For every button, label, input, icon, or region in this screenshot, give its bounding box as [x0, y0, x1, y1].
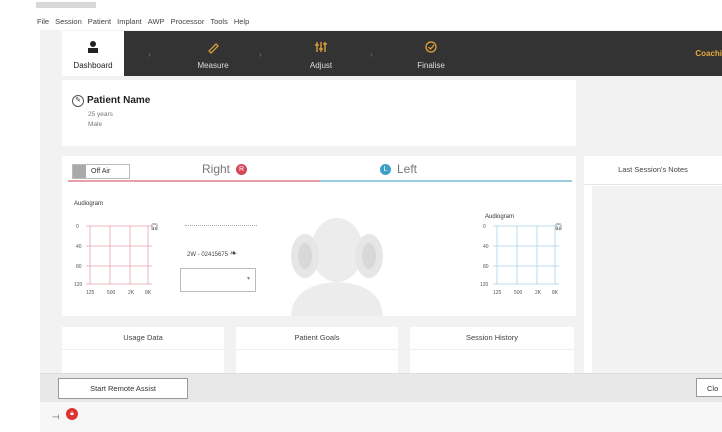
close-button[interactable]: Clo: [696, 378, 722, 397]
left-margin: [0, 30, 40, 432]
left-y-tick: 40: [483, 244, 489, 250]
menu-tools[interactable]: Tools: [210, 14, 228, 30]
tab-dashboard-label: Dashboard: [73, 61, 113, 70]
tab-adjust[interactable]: Adjust: [290, 31, 352, 76]
left-audiogram[interactable]: 0 40 80 120 125 500 2K 8K: [475, 214, 570, 299]
tab-finalise[interactable]: Finalise: [400, 31, 462, 76]
notes-title: Last Session's Notes: [584, 156, 722, 185]
left-y-tick: 80: [483, 264, 489, 270]
right-ear-underline: [68, 180, 320, 182]
patient-panel: ✎ Patient Name 25 years Male: [62, 80, 576, 146]
device-select[interactable]: ▾: [180, 268, 256, 292]
left-x-tick: 500: [514, 290, 523, 296]
off-air-toggle[interactable]: Off Air: [72, 164, 130, 179]
right-audiogram[interactable]: 0 40 80 120 125 500 2K 8K: [70, 214, 160, 299]
usage-data-card[interactable]: Usage Data: [62, 327, 224, 373]
workflow-nav: Dashboard › Measure › Adjust › Finalise …: [62, 31, 722, 76]
start-remote-assist-button[interactable]: Start Remote Assist: [58, 378, 188, 399]
chevron-right-icon: ›: [259, 50, 262, 59]
left-ear-underline: [320, 180, 572, 182]
patient-name: Patient Name: [87, 95, 151, 106]
right-y-tick: 80: [76, 264, 82, 270]
title-bar: [0, 0, 722, 14]
right-x-tick: 500: [107, 290, 116, 296]
device-serial-label: 2W - 02415675: [187, 252, 229, 258]
edit-patient-icon[interactable]: ✎: [72, 95, 84, 107]
right-y-tick: 0: [76, 224, 79, 230]
right-ear-header: Right R: [202, 162, 248, 176]
patient-goals-title: Patient Goals: [236, 327, 398, 350]
left-ear-badge: L: [380, 164, 391, 176]
right-ear-badge: R: [236, 164, 248, 176]
tab-measure[interactable]: Measure: [182, 31, 244, 76]
chevron-right-icon: ›: [148, 50, 151, 59]
app-logo: [36, 2, 96, 8]
left-ear-label: Left: [397, 162, 418, 176]
status-bar: ⟞ 🔒︎: [40, 402, 722, 432]
notes-body[interactable]: [592, 186, 722, 374]
right-x-tick: 8K: [145, 290, 152, 296]
off-air-icon: [73, 165, 86, 178]
off-air-label: Off Air: [91, 168, 111, 175]
right-x-tick: 2K: [128, 290, 135, 296]
right-x-tick: 125: [86, 290, 95, 296]
tab-dashboard[interactable]: Dashboard: [62, 31, 124, 76]
session-history-card[interactable]: Session History: [410, 327, 574, 373]
menu-session[interactable]: Session: [55, 14, 82, 30]
check-circle-icon: [400, 40, 462, 57]
pencil-icon: [182, 40, 244, 57]
tab-finalise-label: Finalise: [417, 61, 445, 70]
chevron-down-icon: ▾: [246, 276, 250, 282]
patient-goals-card[interactable]: Patient Goals: [236, 327, 398, 373]
chevron-right-icon: ›: [370, 50, 373, 59]
connection-icon: ⟞: [52, 411, 60, 421]
ears-panel: Off Air Right R L Left Audiogram 🎧︎ 0 40 8…: [62, 156, 576, 316]
session-history-title: Session History: [410, 327, 574, 350]
left-y-tick: 0: [483, 224, 486, 230]
summary-cards: Usage Data Patient Goals Session History: [62, 327, 576, 373]
left-x-tick: 8K: [552, 290, 559, 296]
menu-bar: File Session Patient Implant AWP Processor Too…: [0, 14, 722, 30]
menu-processor[interactable]: Processor: [171, 14, 205, 30]
patient-sex: Male: [88, 121, 103, 128]
left-y-tick: 120: [480, 282, 489, 288]
action-bar: Start Remote Assist Clo: [40, 373, 722, 402]
device-serial: 2W - 02415675 ❧: [187, 248, 237, 259]
menu-implant[interactable]: Implant: [117, 14, 142, 30]
coaching-button[interactable]: Coachi: [695, 49, 722, 58]
left-x-tick: 2K: [535, 290, 542, 296]
hearing-aid-icon: ❧: [229, 248, 238, 258]
left-ear-header: L Left: [380, 162, 417, 176]
usage-data-title: Usage Data: [62, 327, 224, 350]
tab-adjust-label: Adjust: [309, 61, 333, 70]
menu-patient[interactable]: Patient: [88, 14, 111, 30]
right-y-tick: 40: [76, 244, 82, 250]
tab-measure-label: Measure: [197, 61, 229, 70]
right-ear-label: Right: [202, 162, 231, 176]
last-session-notes: Last Session's Notes: [584, 156, 722, 374]
device-divider: [185, 225, 257, 226]
right-y-tick: 120: [74, 282, 83, 288]
patient-age: 25 years: [88, 111, 113, 118]
left-x-tick: 125: [493, 290, 502, 296]
device-lock-icon[interactable]: 🔒︎: [66, 408, 78, 420]
menu-help[interactable]: Help: [234, 14, 249, 30]
person-icon: [62, 40, 124, 57]
menu-file[interactable]: File: [37, 14, 49, 30]
right-audiogram-title: Audiogram: [74, 201, 104, 207]
menu-awp[interactable]: AWP: [148, 14, 165, 30]
sliders-icon: [290, 40, 352, 57]
head-silhouette: [291, 218, 383, 316]
